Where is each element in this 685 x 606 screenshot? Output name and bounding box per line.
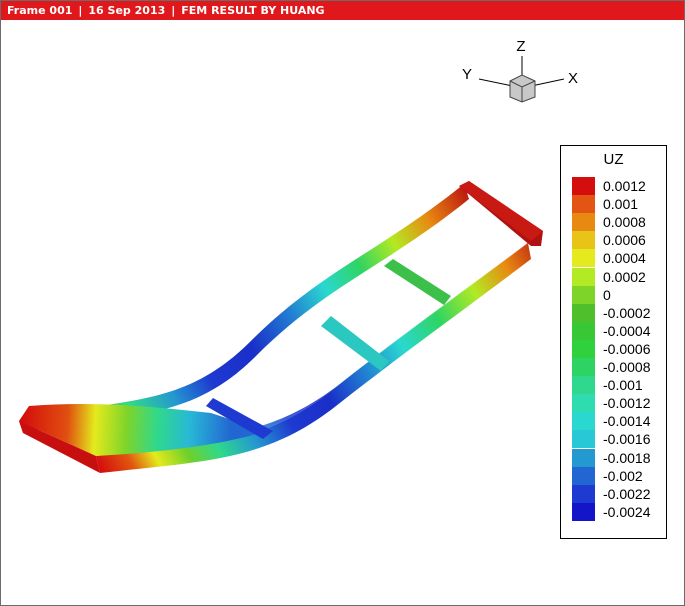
color-legend: UZ 0.0012 0.001 0.0008 0.0006 0.0004 0.0002 0-… [560,145,667,539]
legend-swatch [572,448,595,467]
legend-label: -0.0016 [603,431,651,448]
legend-swatch [572,339,595,358]
legend-swatch [572,376,595,395]
legend-swatch [572,394,595,413]
legend-label: -0.0024 [603,503,651,520]
legend-swatch [572,466,595,485]
left-rail-top [19,184,473,423]
legend-label: 0 [603,286,611,303]
axis-triad: Z Y X [462,38,578,103]
legend-label: -0.001 [603,377,643,394]
legend-swatch [572,213,595,232]
legend-swatch [572,177,595,195]
legend-swatch [572,285,595,304]
legend-swatch [572,412,595,431]
legend-label: 0.0006 [603,232,646,249]
legend-swatch [572,502,595,521]
legend-label: 0.001 [603,196,639,213]
legend-swatch [572,249,595,268]
legend-label: 0.0002 [603,268,646,285]
legend-label: 0.0008 [603,214,646,231]
plot-frame: Frame 001 | 16 Sep 2013 | FEM RESULT BY HUAN… [0,0,685,606]
legend-title: UZ [603,151,624,168]
axis-label-z: Z [516,38,525,55]
legend-label: -0.0022 [603,485,651,502]
left-rail-side [19,184,469,433]
legend-label: -0.0014 [603,413,651,430]
cross-member-2 [321,316,389,371]
legend-swatch [572,358,595,376]
legend-swatch [572,321,595,340]
cross-member-3 [384,259,451,305]
axis-label-x: X [568,70,578,87]
axis-label-y: Y [462,66,472,83]
far-end-member-top [459,181,543,241]
legend-label: -0.0002 [603,304,651,321]
legend-label: -0.0018 [603,449,651,466]
legend-swatch [572,430,595,449]
legend-swatch [572,267,595,286]
legend-label: -0.0004 [603,322,651,339]
legend-label: -0.0012 [603,395,651,412]
legend-swatch [572,231,595,250]
legend-swatch [572,484,595,503]
legend-label: -0.002 [603,467,643,484]
legend-label: -0.0006 [603,340,651,357]
legend-label: 0.0004 [603,250,646,267]
legend-swatch [572,195,595,214]
legend-swatch [572,303,595,322]
legend-label: -0.0008 [603,359,651,375]
legend-label: 0.0012 [603,178,646,194]
